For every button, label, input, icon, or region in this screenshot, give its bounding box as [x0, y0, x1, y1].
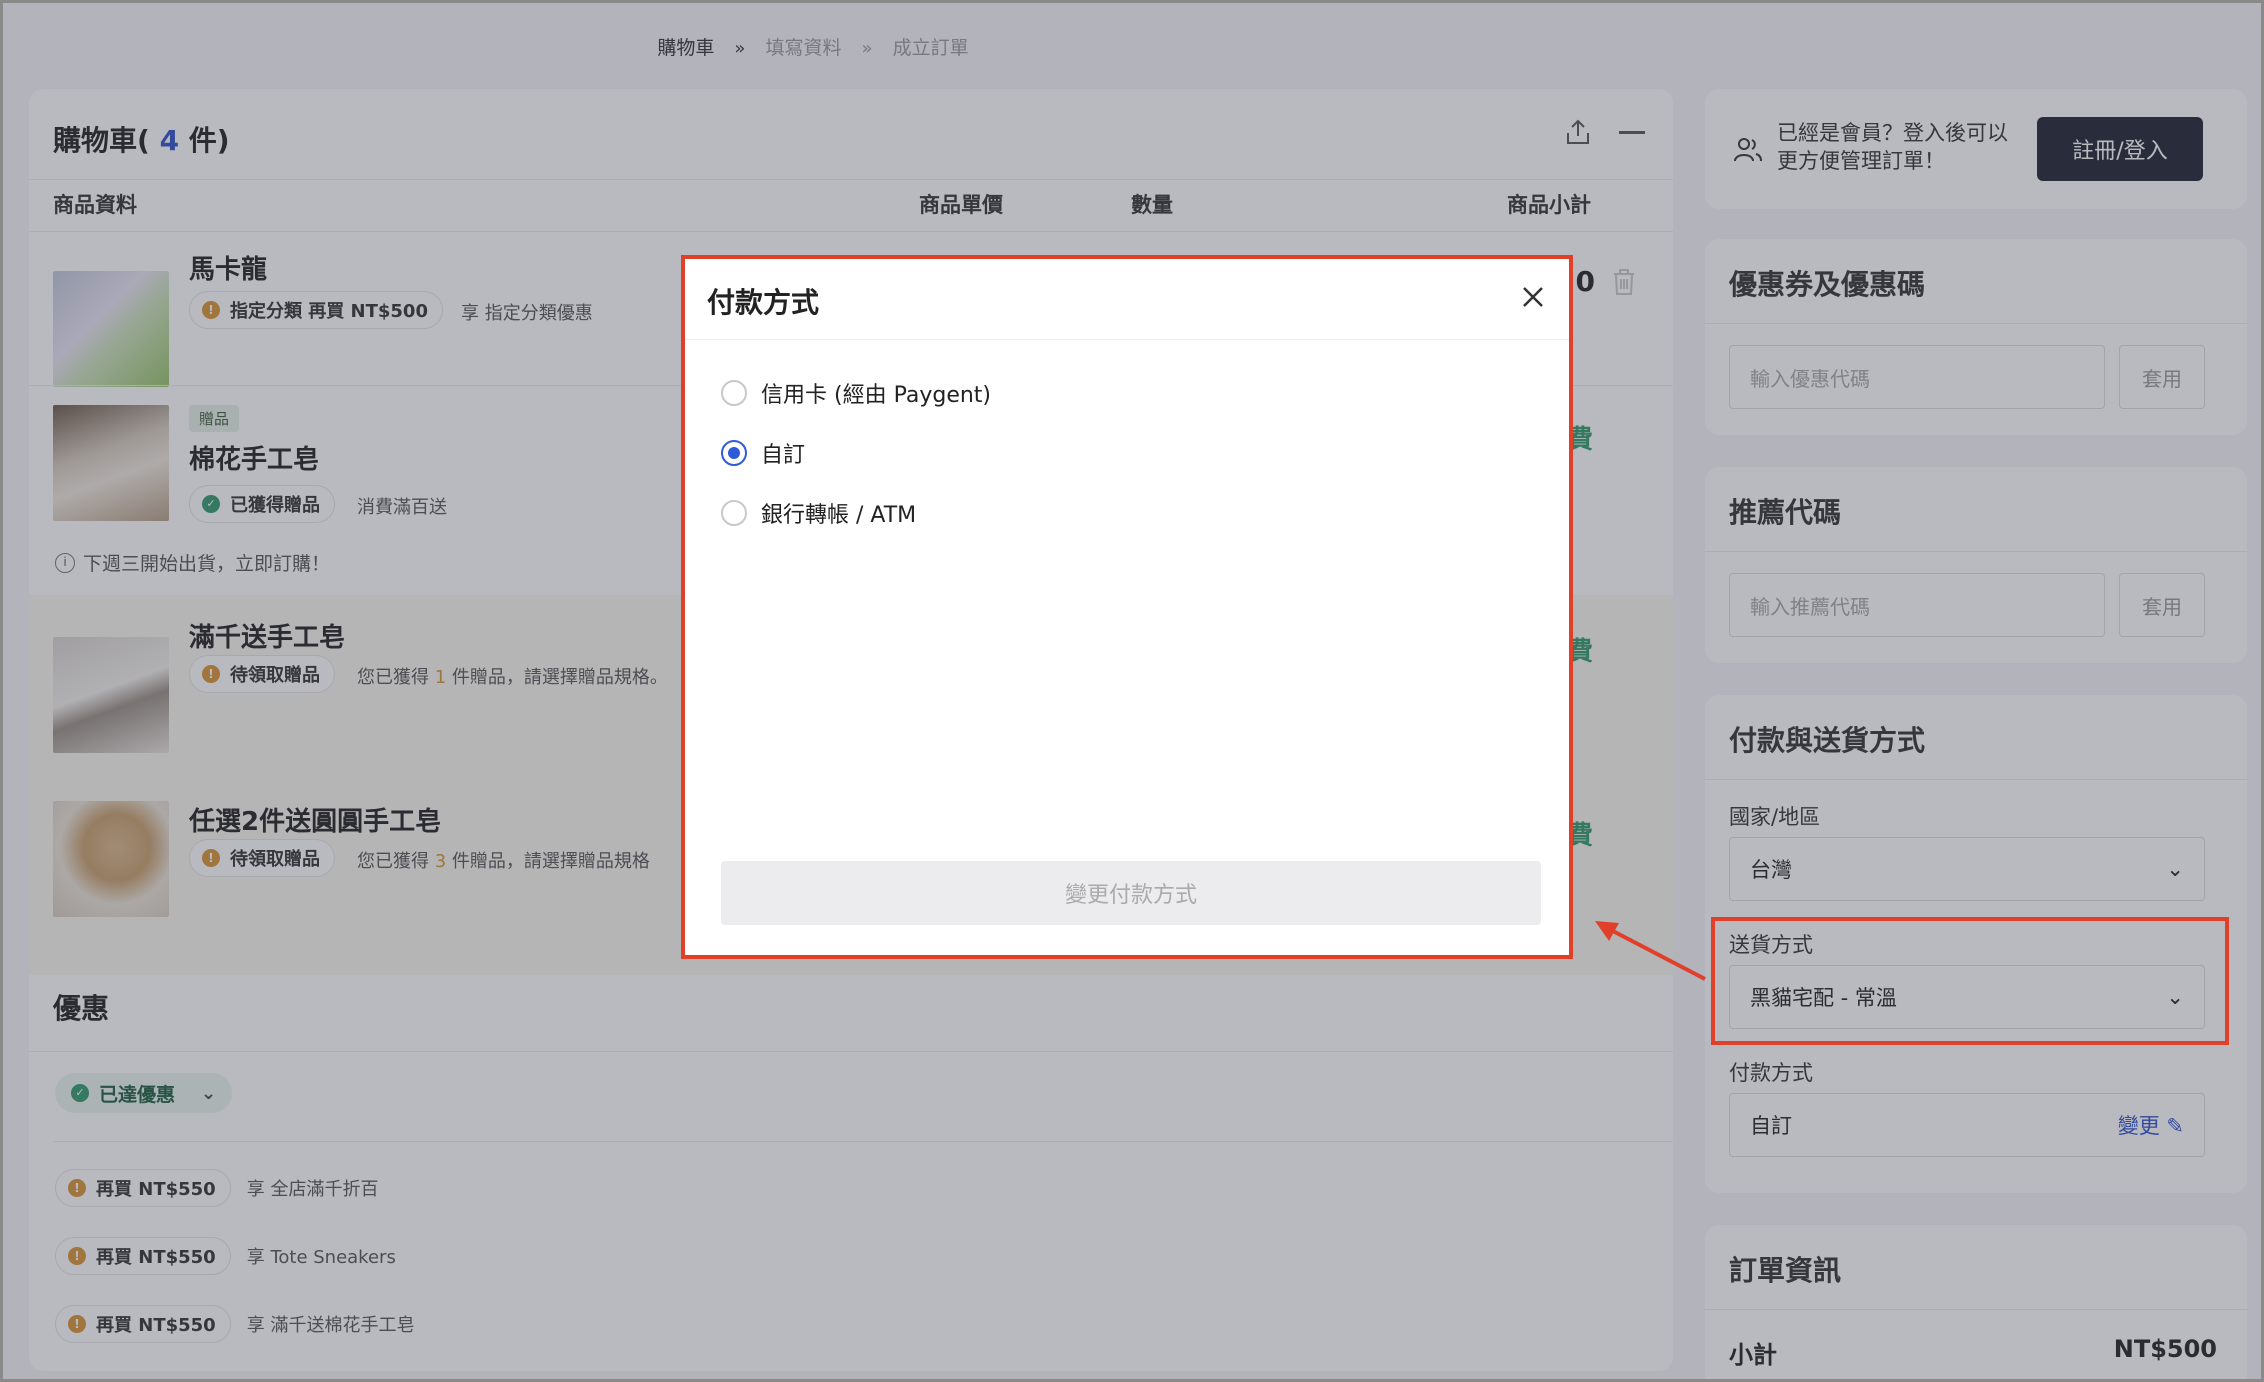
- close-icon[interactable]: [1519, 283, 1547, 311]
- payment-option-label: 自訂: [761, 443, 806, 468]
- radio-button[interactable]: [721, 500, 747, 526]
- modal-title: 付款方式: [707, 286, 820, 319]
- delivery-highlight: [1711, 917, 2229, 1045]
- payment-method-modal: 付款方式 信用卡 (經由 Paygent) 自訂 銀行轉帳 / ATM 變更付款…: [681, 255, 1573, 959]
- change-payment-button[interactable]: 變更付款方式: [721, 861, 1541, 925]
- payment-option-bank-transfer[interactable]: 銀行轉帳 / ATM: [721, 497, 916, 529]
- page-frame: 購物車 » 填寫資料 » 成立訂單 購物車( 4 件) 商品資料 商品單價 數量…: [0, 0, 2264, 1382]
- payment-option-label: 銀行轉帳 / ATM: [761, 503, 917, 528]
- payment-option-credit-card[interactable]: 信用卡 (經由 Paygent): [721, 377, 991, 409]
- divider: [685, 339, 1569, 340]
- radio-button-selected[interactable]: [721, 440, 747, 466]
- annotation-arrow: [1595, 921, 1706, 981]
- payment-option-label: 信用卡 (經由 Paygent): [761, 383, 992, 408]
- radio-button[interactable]: [721, 380, 747, 406]
- payment-option-custom[interactable]: 自訂: [721, 437, 805, 469]
